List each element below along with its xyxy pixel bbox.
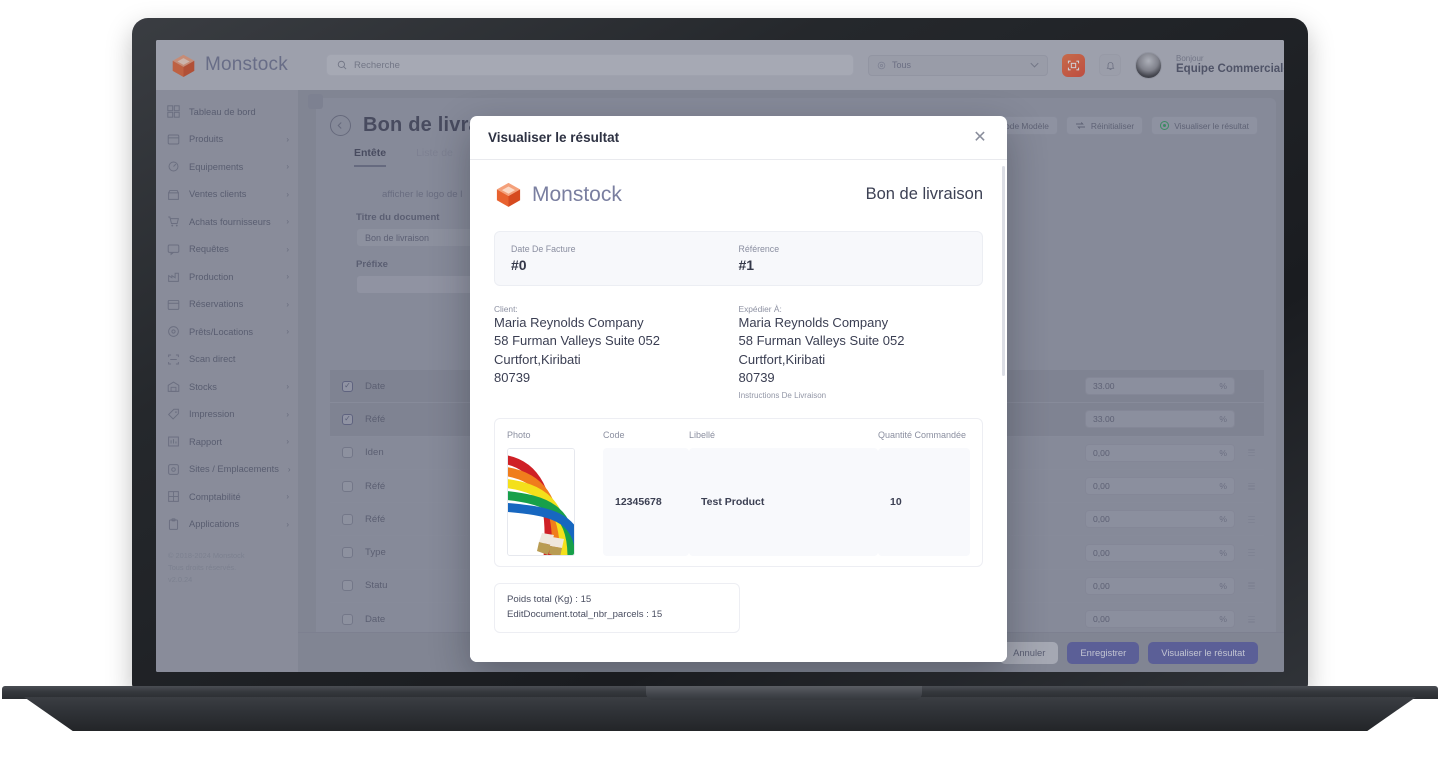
total-parcels: EditDocument.total_nbr_parcels : 15 bbox=[507, 608, 663, 620]
product-quantity: 10 bbox=[890, 495, 902, 508]
meta-value: #0 bbox=[511, 257, 527, 273]
modal-body: Monstock Bon de livraison Date De Factur… bbox=[470, 160, 1007, 662]
client-line: 58 Furman Valleys Suite 052 bbox=[494, 333, 660, 349]
document-header: Monstock Bon de livraison bbox=[494, 180, 983, 209]
document-brand-name: Monstock bbox=[532, 182, 622, 206]
shipto-address: Expédier À: Maria Reynolds Company 58 Fu… bbox=[739, 304, 984, 400]
shipto-line: Curtfort,Kiribati bbox=[738, 351, 826, 367]
column-header-libelle: Libellé bbox=[689, 429, 716, 440]
cell-libelle: Test Product bbox=[689, 447, 878, 556]
document-meta: Date De Facture #0 Référence #1 bbox=[494, 231, 983, 286]
client-address: Client: Maria Reynolds Company 58 Furman… bbox=[494, 304, 739, 400]
column-header-photo: Photo bbox=[507, 429, 531, 440]
totals-box: Poids total (Kg) : 15 EditDocument.total… bbox=[494, 582, 740, 633]
colored-pencils-photo bbox=[507, 447, 575, 556]
meta-key: Date De Facture bbox=[511, 244, 576, 254]
pencils-image bbox=[508, 448, 574, 555]
cell-code: 12345678 bbox=[603, 447, 689, 556]
cell-photo bbox=[507, 447, 603, 556]
shipto-line: 80739 bbox=[738, 370, 775, 386]
client-line: Maria Reynolds Company bbox=[494, 315, 644, 330]
products-table: Photo Code Libellé Quantité Commandée 12… bbox=[494, 417, 983, 567]
shipto-line: Maria Reynolds Company bbox=[738, 315, 889, 330]
meta-date-facture: Date De Facture #0 bbox=[511, 244, 739, 273]
laptop-base bbox=[2, 686, 1438, 734]
product-code: 12345678 bbox=[615, 495, 662, 508]
column-header-code: Code bbox=[603, 429, 625, 440]
client-line: 80739 bbox=[494, 370, 531, 386]
laptop-lid: Monstock Recherche Tous Bonjour Equipe C… bbox=[132, 18, 1308, 690]
monstock-cube-icon bbox=[496, 182, 521, 207]
product-label: Test Product bbox=[701, 495, 765, 508]
shipto-label: Expédier À: bbox=[738, 304, 782, 314]
laptop-body bbox=[24, 697, 1416, 731]
visualize-result-modal: Visualiser le résultat ✕ Monstock Bon de… bbox=[470, 116, 1007, 662]
products-table-header: Photo Code Libellé Quantité Commandée bbox=[507, 430, 970, 440]
document-brand: Monstock bbox=[494, 180, 622, 209]
addresses: Client: Maria Reynolds Company 58 Furman… bbox=[494, 304, 983, 400]
close-icon[interactable]: ✕ bbox=[971, 129, 989, 147]
meta-value: #1 bbox=[738, 257, 755, 273]
modal-header: Visualiser le résultat ✕ bbox=[470, 116, 1007, 160]
laptop-screen: Monstock Recherche Tous Bonjour Equipe C… bbox=[156, 40, 1284, 672]
meta-key: Référence bbox=[738, 244, 780, 254]
monstock-app: Monstock Recherche Tous Bonjour Equipe C… bbox=[156, 40, 1284, 672]
client-line: Curtfort,Kiribati bbox=[494, 351, 581, 367]
shipto-line: 58 Furman Valleys Suite 052 bbox=[738, 333, 905, 349]
delivery-instructions-label: Instructions De Livraison bbox=[738, 390, 827, 400]
total-weight: Poids total (Kg) : 15 bbox=[507, 593, 592, 605]
document-type: Bon de livraison bbox=[865, 185, 983, 203]
cell-quantite: 10 bbox=[878, 447, 970, 556]
client-label: Client: bbox=[494, 304, 518, 314]
modal-scrollbar[interactable] bbox=[1002, 166, 1005, 376]
column-header-quantite: Quantité Commandée bbox=[878, 429, 967, 440]
laptop-trackpad-notch bbox=[646, 686, 922, 700]
modal-title: Visualiser le résultat bbox=[488, 130, 620, 145]
laptop-mockup: Monstock Recherche Tous Bonjour Equipe C… bbox=[0, 0, 1440, 758]
products-table-row: 12345678 Test Product 10 bbox=[507, 447, 970, 556]
meta-reference: Référence #1 bbox=[739, 244, 967, 273]
